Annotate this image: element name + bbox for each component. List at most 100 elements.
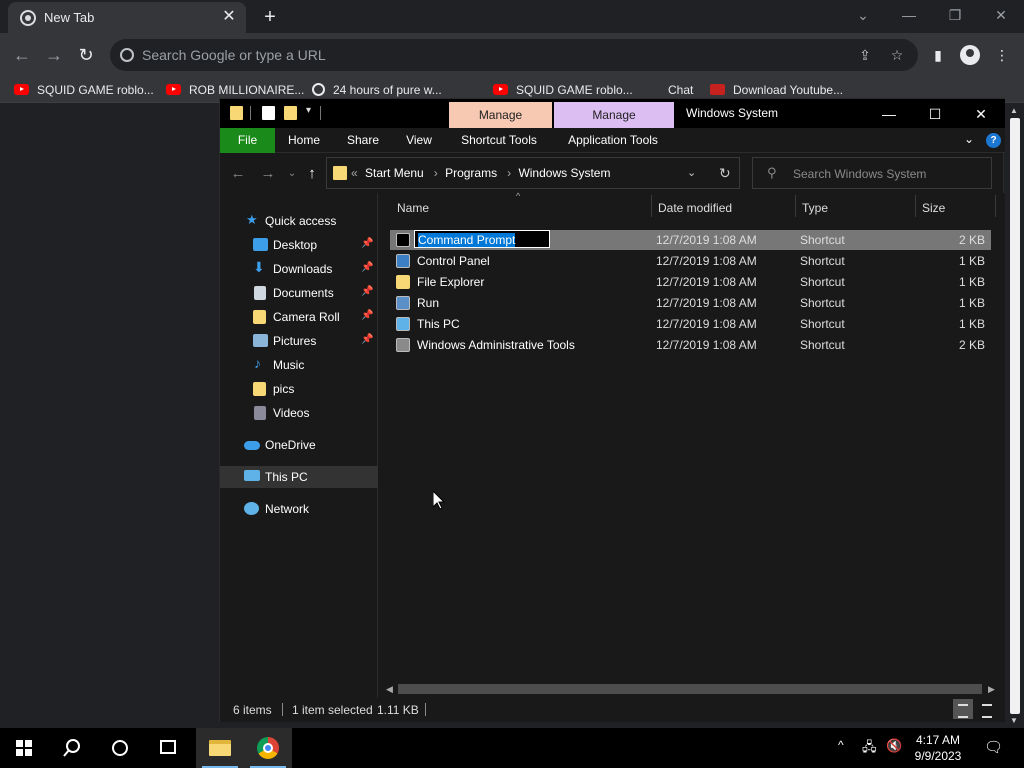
- tab-new-tab[interactable]: New Tab ✕: [8, 2, 246, 33]
- file-row[interactable]: Command Prompt 12/7/2019 1:08 AM Shortcu…: [390, 230, 991, 250]
- close-button[interactable]: ✕: [958, 101, 1004, 127]
- column-header-type[interactable]: Type: [802, 201, 828, 215]
- nav-item-music[interactable]: ♪ Music: [220, 354, 378, 376]
- chrome-taskbar-button[interactable]: [244, 728, 292, 768]
- start-button[interactable]: [0, 728, 48, 768]
- forward-arrow-icon[interactable]: →: [42, 43, 66, 67]
- breadcrumb-windows-system[interactable]: Windows System: [518, 166, 610, 180]
- task-view-button[interactable]: [144, 728, 192, 768]
- omnibox[interactable]: Search Google or type a URL ⇪ ☆: [110, 39, 918, 71]
- tab-close-icon[interactable]: ✕: [220, 8, 238, 26]
- file-row[interactable]: File Explorer 12/7/2019 1:08 AM Shortcut…: [390, 272, 991, 292]
- scroll-down-icon[interactable]: ▼: [1010, 716, 1018, 725]
- pin-icon[interactable]: 📌: [361, 262, 373, 273]
- file-row[interactable]: Run 12/7/2019 1:08 AM Shortcut 1 KB: [390, 293, 991, 313]
- bookmark-item[interactable]: SQUID GAME roblo...: [493, 82, 633, 98]
- scroll-up-icon[interactable]: ▲: [1010, 106, 1018, 115]
- share-icon[interactable]: ⇪: [856, 46, 874, 64]
- expand-ribbon-chevron-icon[interactable]: ⌄: [964, 132, 974, 146]
- search-button[interactable]: [48, 728, 96, 768]
- new-folder-icon[interactable]: [284, 106, 297, 120]
- bookmark-item[interactable]: ROB MILLIONAIRE...: [166, 82, 304, 98]
- scrollbar-thumb[interactable]: [398, 684, 982, 694]
- nav-item-network[interactable]: Network: [220, 498, 378, 520]
- pin-icon[interactable]: 📌: [361, 238, 373, 249]
- menu-dots-icon[interactable]: ⋮: [992, 45, 1012, 65]
- back-arrow-icon[interactable]: ←: [228, 164, 248, 184]
- bookmark-item[interactable]: Chat: [668, 82, 693, 98]
- tab-application-tools[interactable]: Application Tools: [560, 128, 666, 153]
- tab-manage-application[interactable]: Manage: [554, 102, 674, 129]
- refresh-icon[interactable]: ↻: [719, 165, 731, 182]
- page-scrollbar[interactable]: ▲ ▼: [1006, 104, 1024, 728]
- large-icons-view-icon[interactable]: [977, 699, 997, 719]
- nav-item-onedrive[interactable]: OneDrive: [220, 434, 378, 456]
- back-arrow-icon[interactable]: ←: [10, 43, 34, 67]
- pin-icon[interactable]: 📌: [361, 286, 373, 297]
- bookmark-item[interactable]: SQUID GAME roblo...: [14, 82, 154, 98]
- pin-icon[interactable]: 📌: [361, 334, 373, 345]
- help-icon[interactable]: ?: [986, 133, 1001, 148]
- file-row[interactable]: Control Panel 12/7/2019 1:08 AM Shortcut…: [390, 251, 991, 271]
- system-clock[interactable]: 4:17 AM 9/9/2023: [907, 732, 969, 764]
- tab-shortcut-tools[interactable]: Shortcut Tools: [452, 128, 546, 153]
- restore-button[interactable]: ❐: [932, 0, 978, 30]
- tab-manage-shortcut[interactable]: Manage: [449, 102, 552, 129]
- tab-share[interactable]: Share: [340, 128, 386, 153]
- nav-item-downloads[interactable]: ⬇ Downloads 📌: [220, 258, 378, 280]
- tab-file[interactable]: File: [220, 128, 275, 153]
- nav-item-pics[interactable]: pics: [220, 378, 378, 400]
- file-row[interactable]: Windows Administrative Tools 12/7/2019 1…: [390, 335, 991, 355]
- nav-item-this-pc[interactable]: This PC: [220, 466, 378, 488]
- notifications-icon[interactable]: 🗨: [984, 738, 1003, 756]
- maximize-button[interactable]: ☐: [912, 101, 958, 127]
- nav-item-desktop[interactable]: Desktop 📌: [220, 234, 378, 256]
- address-bar[interactable]: « Start Menu › Programs › Windows System ⌄…: [326, 157, 740, 189]
- tab-view[interactable]: View: [398, 128, 440, 153]
- nav-item-pictures[interactable]: Pictures 📌: [220, 330, 378, 352]
- tab-search-icon[interactable]: ⌄: [840, 0, 886, 30]
- column-header-date-modified[interactable]: Date modified: [658, 201, 732, 215]
- bookmark-star-icon[interactable]: ☆: [888, 46, 906, 64]
- show-hidden-icons-chevron-icon[interactable]: ^: [838, 738, 844, 752]
- volume-muted-icon[interactable]: 🔇: [886, 738, 902, 754]
- breadcrumb-programs[interactable]: Programs: [445, 166, 497, 180]
- recent-locations-chevron-icon[interactable]: ⌄: [282, 164, 302, 184]
- search-input[interactable]: ⚲ Search Windows System: [752, 157, 992, 189]
- pin-icon[interactable]: 📌: [361, 310, 373, 321]
- cortana-button[interactable]: [96, 728, 144, 768]
- reload-icon[interactable]: ↻: [74, 43, 98, 67]
- network-icon[interactable]: 🖧: [862, 738, 877, 760]
- address-dropdown-icon[interactable]: ⌄: [687, 166, 696, 179]
- bookmark-item[interactable]: 24 hours of pure w...: [312, 82, 442, 98]
- bookmark-item[interactable]: Download Youtube...: [710, 82, 843, 98]
- details-view-icon[interactable]: [953, 699, 973, 719]
- scroll-left-icon[interactable]: ◀: [386, 682, 393, 696]
- file-name-rename-input[interactable]: Command Prompt: [414, 230, 550, 248]
- column-header-size[interactable]: Size: [922, 201, 945, 215]
- breadcrumb-overflow[interactable]: «: [351, 166, 358, 180]
- minimize-button[interactable]: —: [866, 101, 912, 127]
- column-header-name[interactable]: Name: [397, 201, 429, 215]
- nav-item-camera-roll[interactable]: Camera Roll 📌: [220, 306, 378, 328]
- file-explorer-taskbar-button[interactable]: [196, 728, 244, 768]
- chevron-right-icon[interactable]: ›: [507, 166, 511, 180]
- nav-item-videos[interactable]: Videos: [220, 402, 378, 424]
- profile-avatar-icon[interactable]: [960, 45, 980, 65]
- nav-item-documents[interactable]: Documents 📌: [220, 282, 378, 304]
- quick-access-toolbar-dropdown-icon[interactable]: ▾: [306, 105, 311, 116]
- tab-home[interactable]: Home: [282, 128, 326, 153]
- properties-icon[interactable]: [262, 106, 275, 120]
- forward-arrow-icon[interactable]: →: [258, 164, 278, 184]
- file-row[interactable]: This PC 12/7/2019 1:08 AM Shortcut 1 KB: [390, 314, 991, 334]
- new-tab-button[interactable]: +: [258, 6, 282, 28]
- nav-item-quick-access[interactable]: ★ Quick access: [220, 210, 378, 232]
- horizontal-scrollbar[interactable]: ◀ ▶: [384, 682, 998, 696]
- breadcrumb-start-menu[interactable]: Start Menu: [365, 166, 424, 180]
- minimize-button[interactable]: —: [886, 0, 932, 30]
- chevron-right-icon[interactable]: ›: [434, 166, 438, 180]
- scrollbar-thumb[interactable]: [1010, 118, 1020, 714]
- side-panel-icon[interactable]: ▮: [928, 45, 948, 65]
- up-arrow-icon[interactable]: ↑: [302, 164, 322, 184]
- close-button[interactable]: ✕: [978, 0, 1024, 30]
